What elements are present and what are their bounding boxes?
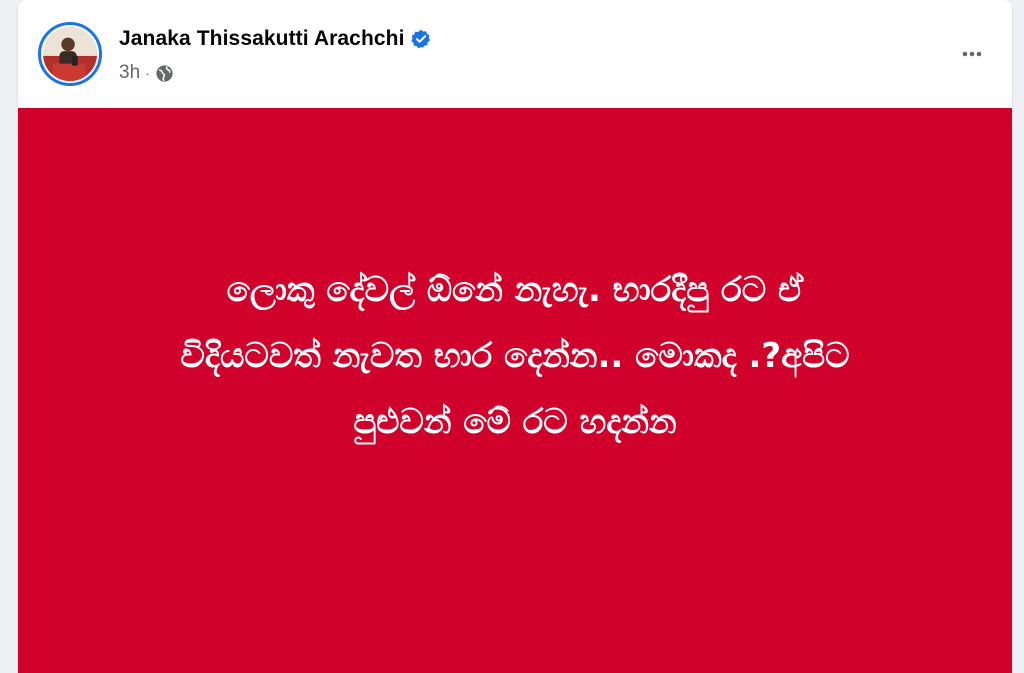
avatar-image bbox=[43, 27, 97, 81]
post-time[interactable]: 3h bbox=[119, 62, 140, 84]
more-options-icon bbox=[962, 51, 982, 57]
post-header: Janaka Thissakutti Arachchi 3h · bbox=[18, 0, 1012, 108]
more-options-button[interactable] bbox=[954, 36, 990, 72]
verified-badge-icon bbox=[410, 29, 431, 49]
author-row: Janaka Thissakutti Arachchi bbox=[119, 26, 431, 52]
post-meta: 3h · bbox=[119, 60, 174, 86]
post-text: ලොකු දේවල් ඕනේ නැහැ. භාරදීපු රට ඒ විදියට… bbox=[180, 269, 850, 442]
person-photo-icon bbox=[43, 27, 97, 81]
author-name[interactable]: Janaka Thissakutti Arachchi bbox=[119, 27, 405, 51]
globe-icon[interactable] bbox=[155, 64, 174, 83]
post-card: Janaka Thissakutti Arachchi 3h · ලොකු දේ… bbox=[18, 0, 1012, 673]
meta-separator: · bbox=[145, 65, 150, 81]
avatar[interactable] bbox=[38, 22, 102, 86]
post-text-background: ලොකු දේවල් ඕනේ නැහැ. භාරදීපු රට ඒ විදියට… bbox=[18, 108, 1012, 673]
